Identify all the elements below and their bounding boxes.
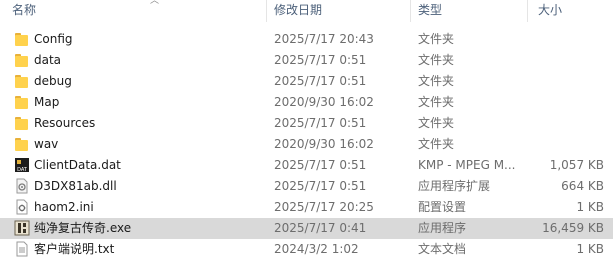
file-size: 664 KB [561, 179, 604, 193]
folder-icon [14, 52, 30, 68]
column-modified-header[interactable]: 修改日期 [274, 0, 404, 22]
file-modified-date: 2025/7/17 0:51 [274, 158, 367, 172]
file-type: 配置设置 [418, 200, 467, 214]
file-size [532, 29, 604, 50]
column-type-header[interactable]: 类型 [418, 0, 518, 22]
file-name: Config [34, 32, 73, 46]
file-row[interactable]: haom2.ini 2025/7/17 20:25 配置设置 1 KB [0, 197, 613, 218]
column-name-header[interactable]: 名称 [12, 0, 262, 22]
file-name: data [34, 53, 62, 67]
file-name: debug [34, 74, 72, 88]
file-row[interactable]: data 2025/7/17 0:51 文件夹 [0, 50, 613, 71]
file-size: 16,459 KB [542, 221, 604, 235]
file-name: haom2.ini [34, 200, 94, 214]
file-row[interactable]: 纯净复古传奇.exe 2025/7/17 0:41 应用程序 16,459 KB [0, 218, 613, 239]
file-size [532, 113, 604, 134]
file-name: Resources [34, 116, 96, 130]
file-modified-date: 2020/9/30 16:02 [274, 95, 374, 109]
file-row[interactable]: 客户端说明.txt 2024/3/2 1:02 文本文档 1 KB [0, 239, 613, 260]
file-modified-date: 2025/7/17 0:51 [274, 53, 367, 67]
file-modified-date: 2025/7/17 0:51 [274, 116, 367, 130]
file-row[interactable]: wav 2020/9/30 16:02 文件夹 [0, 134, 613, 155]
exe-file-icon [14, 220, 30, 236]
file-modified-date: 2025/7/17 0:51 [274, 179, 367, 193]
column-header: ︿ 名称 修改日期 类型 大小 [0, 0, 613, 22]
file-type: 文件夹 [418, 53, 455, 67]
file-modified-date: 2025/7/17 20:25 [274, 200, 374, 214]
file-name: D3DX81ab.dll [34, 179, 117, 193]
file-size: 1,057 KB [549, 158, 604, 172]
dat-file-icon: DAT [14, 157, 30, 173]
file-modified-date: 2020/9/30 16:02 [274, 137, 374, 151]
file-name: wav [34, 137, 59, 151]
folder-icon [14, 73, 30, 89]
file-modified-date: 2025/7/17 0:51 [274, 74, 367, 88]
file-type: 文件夹 [418, 74, 455, 88]
file-name: Map [34, 95, 60, 109]
file-row[interactable]: Resources 2025/7/17 0:51 文件夹 [0, 113, 613, 134]
file-name: 客户端说明.txt [34, 242, 115, 256]
file-row[interactable]: Map 2020/9/30 16:02 文件夹 [0, 92, 613, 113]
file-row[interactable]: Config 2025/7/17 20:43 文件夹 [0, 29, 613, 50]
ini-file-icon [14, 199, 30, 215]
file-size [532, 71, 604, 92]
file-size: 1 KB [576, 200, 604, 214]
file-type: KMP - MPEG M... [418, 158, 516, 172]
folder-icon [14, 94, 30, 110]
file-modified-date: 2024/3/2 1:02 [274, 242, 359, 256]
file-type: 文件夹 [418, 116, 455, 130]
dll-file-icon [14, 178, 30, 194]
folder-icon [14, 31, 30, 47]
column-divider[interactable] [410, 0, 411, 22]
file-name: ClientData.dat [34, 158, 121, 172]
column-divider[interactable] [266, 0, 267, 22]
file-type: 文件夹 [418, 95, 455, 109]
file-type: 文件夹 [418, 137, 455, 151]
txt-file-icon [14, 241, 30, 257]
folder-icon [14, 115, 30, 131]
file-size [532, 50, 604, 71]
column-divider[interactable] [527, 0, 528, 22]
file-size [532, 134, 604, 155]
column-size-header[interactable]: 大小 [538, 0, 608, 22]
file-size: 1 KB [576, 242, 604, 256]
dat-label: DAT [17, 167, 28, 173]
file-row[interactable]: D3DX81ab.dll 2025/7/17 0:51 应用程序扩展 664 KB [0, 176, 613, 197]
file-modified-date: 2025/7/17 0:41 [274, 221, 367, 235]
file-type: 应用程序扩展 [418, 179, 491, 193]
file-type: 文件夹 [418, 32, 455, 46]
file-row[interactable]: debug 2025/7/17 0:51 文件夹 [0, 71, 613, 92]
file-explorer: ︿ 名称 修改日期 类型 大小 Config 2025/7/17 20:43 文件夹… [0, 0, 613, 267]
file-row[interactable]: DAT ClientData.dat 2025/7/17 0:51 KMP - MPE… [0, 155, 613, 176]
file-type: 应用程序 [418, 221, 467, 235]
file-modified-date: 2025/7/17 20:43 [274, 32, 374, 46]
file-name: 纯净复古传奇.exe [34, 221, 132, 235]
file-type: 文本文档 [418, 242, 467, 256]
folder-icon [14, 136, 30, 152]
file-size [532, 92, 604, 113]
